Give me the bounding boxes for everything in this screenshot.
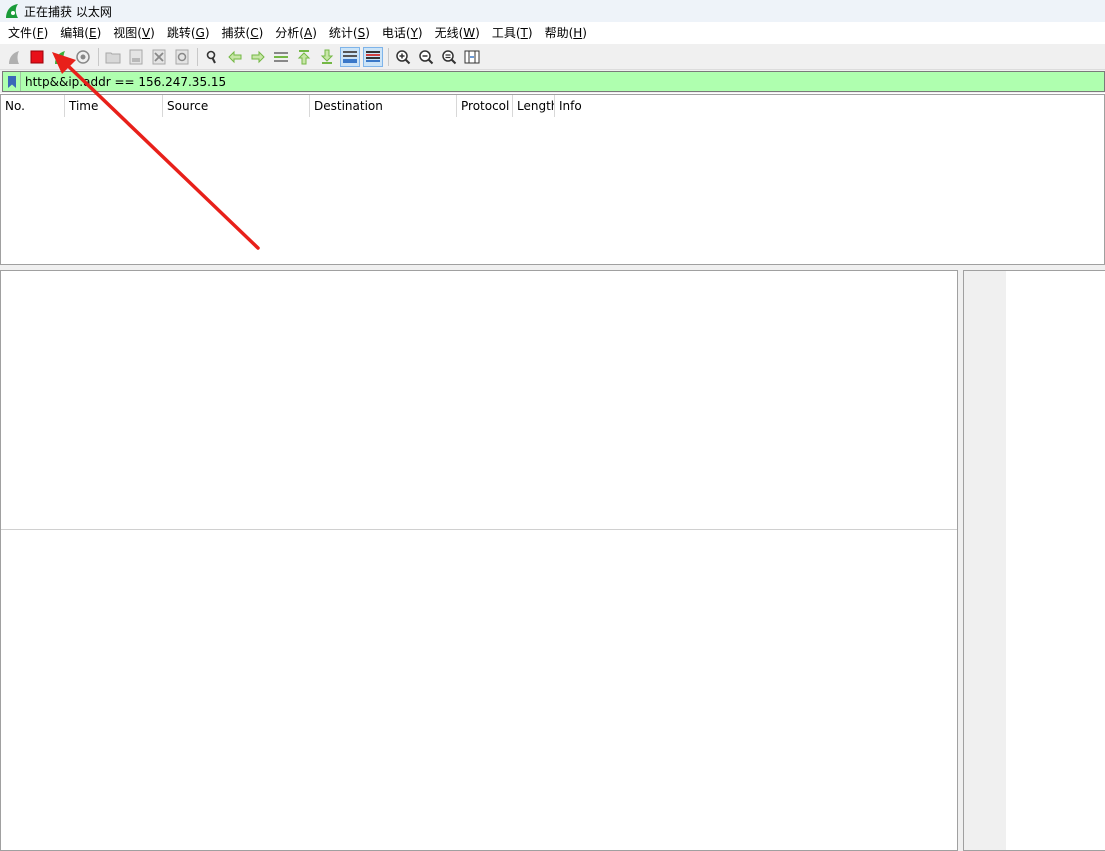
open-file-icon	[105, 52, 121, 63]
find-packet-button[interactable]	[202, 47, 222, 67]
wireshark-fin-icon	[6, 4, 18, 18]
menu-tools[interactable]: 工具(T)	[486, 22, 539, 44]
go-to-packet-button[interactable]	[271, 47, 291, 67]
bytes-offset-gutter	[964, 271, 1006, 850]
toolbar-separator	[388, 47, 389, 66]
menu-file[interactable]: 文件(F)	[2, 22, 54, 44]
reload-file-icon	[175, 49, 189, 64]
zoom-out-button[interactable]	[416, 47, 436, 67]
menu-edit[interactable]: 编辑(E)	[54, 22, 107, 44]
filter-bookmark-button[interactable]	[3, 72, 21, 91]
start-capture-icon	[9, 50, 19, 64]
menu-wireless[interactable]: 无线(W)	[429, 22, 486, 44]
go-back-button[interactable]	[225, 47, 245, 67]
restart-capture-icon	[55, 50, 65, 64]
first-packet-button[interactable]	[294, 47, 314, 67]
column-time[interactable]: Time	[65, 94, 163, 117]
window-title: 正在捕获 以太网	[24, 4, 112, 19]
column-info[interactable]: Info	[555, 95, 675, 117]
toolbar-separator	[197, 47, 198, 66]
menu-view[interactable]: 视图(V)	[107, 22, 161, 44]
go-forward-icon	[251, 50, 265, 63]
menu-bar: 文件(F) 编辑(E) 视图(V) 跳转(G) 捕获(C) 分析(A) 统计(S…	[0, 22, 1105, 44]
reload-file-button[interactable]	[172, 47, 192, 67]
menu-telephony[interactable]: 电话(Y)	[376, 22, 429, 44]
display-filter-bar	[0, 70, 1105, 93]
colorize-button[interactable]	[363, 46, 383, 67]
toolbar-separator	[98, 47, 99, 66]
title-bar: 正在捕获 以太网	[0, 0, 1105, 22]
column-no[interactable]: No.	[1, 94, 65, 117]
resize-columns-button[interactable]	[462, 47, 482, 67]
column-destination[interactable]: Destination	[310, 94, 457, 117]
main-toolbar	[0, 44, 1105, 70]
menu-analyze[interactable]: 分析(A)	[269, 22, 323, 44]
last-packet-button[interactable]	[317, 47, 337, 67]
packet-list-pane[interactable]: No. Time Source Destination Protocol Len…	[0, 94, 1105, 265]
resize-columns-icon	[464, 50, 480, 63]
display-filter-input[interactable]	[21, 72, 1104, 91]
packet-list-header: No. Time Source Destination Protocol Len…	[1, 94, 1104, 117]
restart-capture-button[interactable]	[50, 47, 70, 67]
start-capture-button[interactable]	[4, 47, 24, 67]
autoscroll-button[interactable]	[340, 46, 360, 67]
column-protocol[interactable]: Protocol	[457, 94, 513, 117]
capture-options-button[interactable]	[73, 47, 93, 67]
save-file-button[interactable]	[126, 47, 146, 67]
zoom-in-button[interactable]	[393, 47, 413, 67]
save-file-icon	[129, 49, 143, 64]
column-length[interactable]: Length	[513, 94, 555, 117]
menu-go[interactable]: 跳转(G)	[161, 22, 216, 44]
go-back-icon	[228, 50, 242, 63]
zoom-out-icon	[419, 49, 434, 64]
menu-capture[interactable]: 捕获(C)	[216, 22, 270, 44]
zoom-in-icon	[396, 49, 411, 64]
wireshark-window: 正在捕获 以太网 文件(F) 编辑(E) 视图(V) 跳转(G) 捕获(C) 分…	[0, 0, 1105, 851]
capture-options-icon	[76, 49, 90, 64]
details-divider	[1, 529, 957, 530]
close-file-icon	[152, 49, 166, 64]
go-to-packet-icon	[274, 51, 288, 62]
normal-size-icon	[442, 49, 457, 64]
menu-help[interactable]: 帮助(H)	[539, 22, 593, 44]
open-file-button[interactable]	[103, 47, 123, 67]
close-file-button[interactable]	[149, 47, 169, 67]
go-forward-button[interactable]	[248, 47, 268, 67]
find-packet-icon	[206, 50, 216, 63]
menu-statistics[interactable]: 统计(S)	[323, 22, 376, 44]
display-filter-box	[2, 71, 1105, 92]
stop-capture-icon	[30, 50, 44, 63]
colorize-icon	[366, 50, 380, 62]
autoscroll-icon	[343, 50, 357, 63]
stop-capture-button[interactable]	[27, 47, 47, 67]
last-packet-icon	[320, 49, 334, 64]
bookmark-icon	[7, 75, 16, 88]
packet-bytes-pane[interactable]	[963, 270, 1105, 851]
normal-size-button[interactable]	[439, 47, 459, 67]
first-packet-icon	[297, 49, 311, 64]
column-source[interactable]: Source	[163, 94, 310, 117]
packet-details-pane[interactable]	[0, 270, 958, 851]
